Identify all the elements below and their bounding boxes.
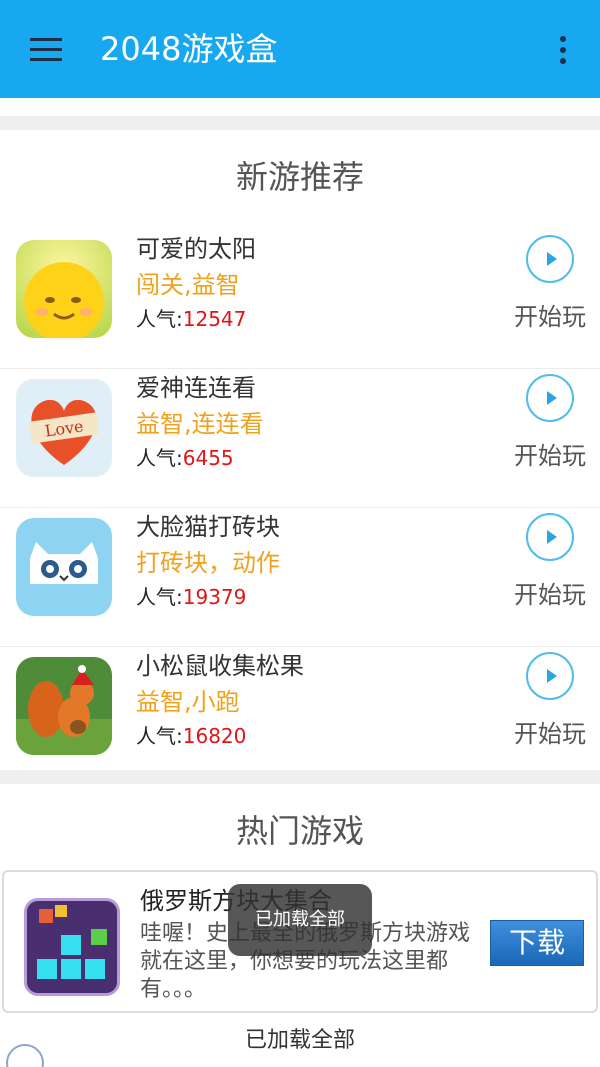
play-icon[interactable] (526, 652, 574, 700)
game-name: 小松鼠收集松果 (136, 652, 304, 680)
play-button[interactable]: 开始玩 (514, 580, 586, 610)
game-popularity: 人气:12547 (136, 304, 246, 334)
popularity-label: 人气: (136, 585, 183, 609)
hamburger-menu-icon[interactable] (24, 30, 68, 70)
play-button[interactable]: 开始玩 (514, 719, 586, 749)
game-tags: 益智,连连看 (136, 410, 264, 438)
game-popularity: 人气:6455 (136, 443, 234, 473)
popularity-label: 人气: (136, 446, 183, 470)
play-button[interactable]: 开始玩 (514, 441, 586, 471)
play-icon[interactable] (526, 513, 574, 561)
hot-games-title: 热门游戏 (235, 812, 364, 850)
popularity-label: 人气: (136, 307, 183, 331)
app-title: 2048游戏盒 (100, 30, 278, 68)
list-item[interactable]: 小松鼠收集松果 益智,小跑 人气:16820 开始玩 (0, 647, 600, 786)
list-item[interactable]: Love 爱神连连看 益智,连连看 人气:6455 开始玩 (0, 369, 600, 508)
play-icon[interactable] (526, 374, 574, 422)
love-heart-icon: Love (16, 379, 112, 477)
download-button[interactable]: 下载 (490, 920, 584, 966)
list-item[interactable]: 可爱的太阳 闯关,益智 人气:12547 开始玩 (0, 230, 600, 369)
game-name: 爱神连连看 (136, 374, 256, 402)
game-name: 可爱的太阳 (136, 235, 256, 263)
popularity-value: 19379 (182, 585, 247, 609)
new-games-title: 新游推荐 (235, 158, 364, 196)
overflow-menu-icon[interactable] (550, 30, 576, 70)
new-games-card: 新游推荐 可爱的太阳 闯关,益智 人气:12547 开始玩 Love 爱神连连看… (0, 130, 600, 770)
play-icon[interactable] (526, 235, 574, 283)
game-name: 大脸猫打砖块 (136, 513, 280, 541)
game-tags: 打砖块，动作 (136, 549, 280, 577)
cute-sun-icon (16, 240, 112, 338)
new-games-list: 可爱的太阳 闯关,益智 人气:12547 开始玩 Love 爱神连连看 益智,连… (0, 230, 600, 786)
squirrel-icon (16, 657, 112, 755)
game-tags: 益智,小跑 (136, 688, 240, 716)
popularity-label: 人气: (136, 724, 183, 748)
top-spacer (0, 98, 600, 116)
popularity-value: 12547 (182, 307, 247, 331)
list-item[interactable]: 大脸猫打砖块 打砖块，动作 人气:19379 开始玩 (0, 508, 600, 647)
play-button[interactable]: 开始玩 (514, 302, 586, 332)
game-popularity: 人气:19379 (136, 582, 246, 612)
cat-face-icon (16, 518, 112, 616)
app-bar: 2048游戏盒 (0, 0, 600, 98)
popularity-value: 6455 (182, 446, 234, 470)
loaded-all-footer: 已加载全部 (244, 1028, 355, 1053)
tetris-blocks-icon (24, 898, 120, 996)
toast-message: 已加载全部 (228, 884, 372, 956)
popularity-value: 16820 (182, 724, 247, 748)
game-tags: 闯关,益智 (136, 271, 240, 299)
game-popularity: 人气:16820 (136, 721, 246, 751)
